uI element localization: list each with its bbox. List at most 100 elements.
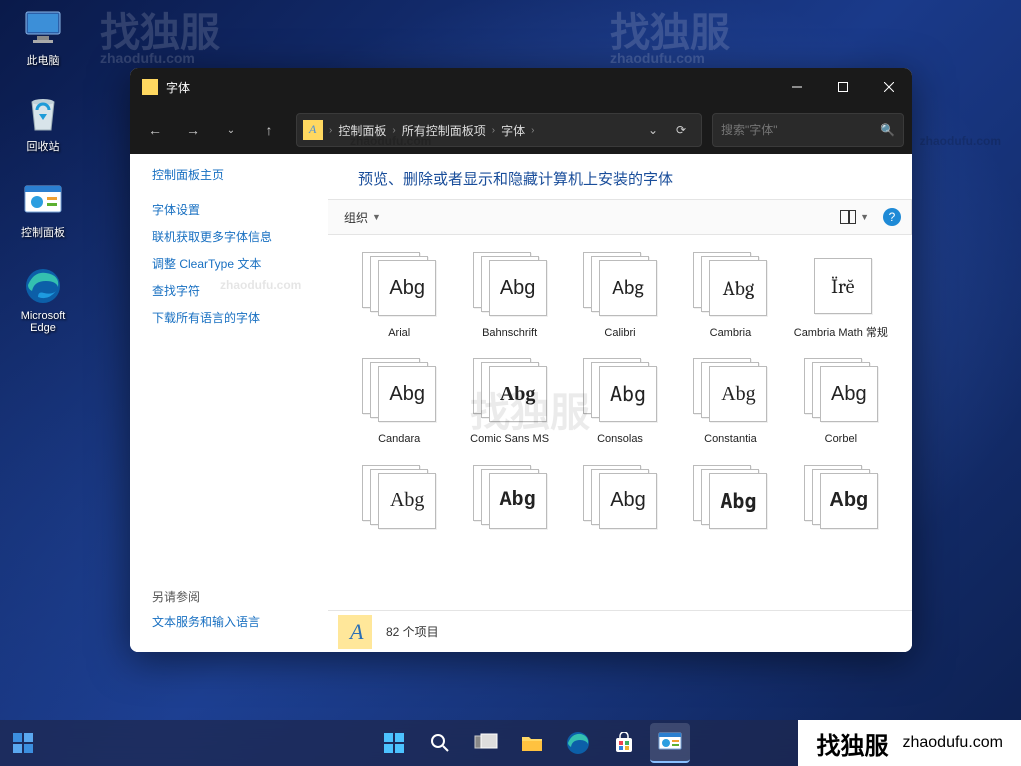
sidebar-link-get-fonts-online[interactable]: 联机获取更多字体信息 (152, 228, 328, 245)
breadcrumb[interactable]: 控制面板 (332, 122, 392, 139)
font-name-label: Constantia (704, 432, 757, 446)
font-item[interactable]: AbgConstantia (677, 351, 783, 457)
font-name-label: Bahnschrift (482, 326, 537, 340)
titlebar[interactable]: 字体 (130, 68, 912, 106)
desktop-icon-label: Microsoft Edge (8, 310, 78, 334)
widgets-button[interactable] (3, 723, 43, 763)
folder-icon (142, 79, 158, 95)
back-button[interactable]: ← (138, 113, 172, 147)
control-panel-icon (23, 180, 63, 220)
page-heading: 预览、删除或者显示和隐藏计算机上安装的字体 (328, 154, 912, 199)
font-grid[interactable]: AbgArialAbgBahnschriftAbgCalibriAbgCambr… (328, 239, 912, 610)
toolbar: 组织▼ ▼ ? (328, 199, 912, 235)
control-panel-home-link[interactable]: 控制面板主页 (152, 166, 328, 183)
address-bar[interactable]: › 控制面板 › 所有控制面板项 › 字体 › ⌄ ⟳ (296, 113, 702, 147)
font-item[interactable]: Abg Consolas (567, 351, 673, 457)
font-item[interactable]: Abg Cambria (677, 245, 783, 351)
font-item[interactable]: Abg Corbel (788, 351, 894, 457)
window-title: 字体 (166, 79, 774, 96)
font-name-label: Calibri (604, 326, 635, 340)
chevron-right-icon[interactable]: › (531, 125, 534, 136)
forward-button[interactable]: → (176, 113, 210, 147)
search-icon (429, 732, 451, 754)
font-sample: Abg (500, 489, 536, 512)
sidebar-link-find-char[interactable]: 查找字符 (152, 282, 328, 299)
font-name-label: Candara (378, 432, 420, 446)
edge-button[interactable] (558, 723, 598, 763)
store-button[interactable] (604, 723, 644, 763)
search-icon[interactable]: 🔍 (880, 123, 895, 137)
close-button[interactable] (866, 68, 912, 106)
recycle-bin-icon (23, 94, 63, 134)
control-panel-taskbar-button[interactable] (650, 723, 690, 763)
font-name-label: Corbel (825, 432, 857, 446)
desktop-icon-recycle-bin[interactable]: 回收站 (8, 94, 78, 154)
help-button[interactable]: ? (883, 208, 901, 226)
refresh-button[interactable]: ⟳ (667, 116, 695, 144)
font-name-label: Consolas (597, 432, 643, 446)
maximize-button[interactable] (820, 68, 866, 106)
font-item[interactable]: AbgCalibri (567, 245, 673, 351)
sidebar-link-cleartype[interactable]: 调整 ClearType 文本 (152, 255, 328, 272)
search-input[interactable] (721, 123, 880, 137)
font-sample: Abg (610, 382, 646, 406)
breadcrumb[interactable]: 所有控制面板项 (396, 122, 492, 139)
address-dropdown[interactable]: ⌄ (639, 116, 667, 144)
search-button[interactable] (420, 723, 460, 763)
start-button[interactable] (374, 723, 414, 763)
task-view-icon (474, 733, 498, 753)
font-item[interactable]: Abg (677, 458, 783, 550)
edge-icon (23, 266, 63, 306)
task-view-button[interactable] (466, 723, 506, 763)
font-item[interactable]: Abg (788, 458, 894, 550)
desktop-icon-edge[interactable]: Microsoft Edge (8, 266, 78, 334)
font-name-label: Cambria (710, 326, 752, 340)
sidebar-link-font-settings[interactable]: 字体设置 (152, 201, 328, 218)
sidebar-link-download-langs[interactable]: 下载所有语言的字体 (152, 309, 328, 326)
font-item[interactable]: Abg (456, 458, 562, 550)
font-item[interactable]: Abg (346, 458, 452, 550)
fonts-window: 字体 ← → ⌄ ↑ › 控制面板 › 所有控制面板项 › 字体 › ⌄ ⟳ 🔍… (130, 68, 912, 652)
control-panel-icon (658, 731, 682, 753)
chevron-down-icon: ▼ (372, 212, 381, 222)
organize-button[interactable]: 组织▼ (338, 205, 387, 230)
breadcrumb[interactable]: 字体 (495, 122, 531, 139)
font-sample: Abg (389, 277, 425, 300)
font-item[interactable]: Abg (567, 458, 673, 550)
font-item[interactable]: ÏrĕCambria Math 常规 (788, 245, 894, 351)
store-icon (613, 732, 635, 754)
widgets-icon (12, 732, 34, 754)
chevron-down-icon: ▼ (860, 212, 869, 222)
sidebar-link-text-services[interactable]: 文本服务和输入语言 (152, 613, 328, 630)
desktop-icon-this-pc[interactable]: 此电脑 (8, 8, 78, 68)
font-sample: Ïrĕ (831, 275, 854, 298)
up-button[interactable]: ↑ (252, 113, 286, 147)
font-item[interactable]: AbgBahnschrift (456, 245, 562, 351)
font-sample: Abg (389, 383, 425, 406)
recent-dropdown[interactable]: ⌄ (214, 113, 248, 147)
font-item[interactable]: AbgArial (346, 245, 452, 351)
taskbar: 找独服 zhaodufu.com (0, 720, 1021, 766)
item-count: 82 个项目 (386, 623, 439, 640)
watermark: 找独服zhaodufu.com (610, 0, 730, 66)
search-box[interactable]: 🔍 (712, 113, 904, 147)
font-sample: Abg (831, 383, 867, 406)
desktop-icon-label: 控制面板 (21, 224, 65, 240)
font-item[interactable]: AbgComic Sans MS (456, 351, 562, 457)
desktop-icon-control-panel[interactable]: 控制面板 (8, 180, 78, 240)
see-also-heading: 另请参阅 (152, 588, 328, 605)
fonts-folder-icon (338, 615, 372, 649)
windows-icon (382, 731, 406, 755)
taskbar-right-watermark: 找独服 zhaodufu.com (798, 720, 1021, 766)
navigation-row: ← → ⌄ ↑ › 控制面板 › 所有控制面板项 › 字体 › ⌄ ⟳ 🔍 (130, 106, 912, 154)
view-icon (840, 210, 856, 224)
font-sample: Abg (723, 277, 754, 300)
minimize-button[interactable] (774, 68, 820, 106)
view-button[interactable]: ▼ (834, 206, 875, 228)
font-item[interactable]: Abg Candara (346, 351, 452, 457)
watermark: zhaodufu.com (920, 134, 1001, 148)
font-sample: Abg (390, 489, 424, 512)
sidebar: 控制面板主页 字体设置 联机获取更多字体信息 调整 ClearType 文本 查… (130, 154, 328, 652)
status-bar: 82 个项目 (328, 610, 912, 652)
explorer-button[interactable] (512, 723, 552, 763)
